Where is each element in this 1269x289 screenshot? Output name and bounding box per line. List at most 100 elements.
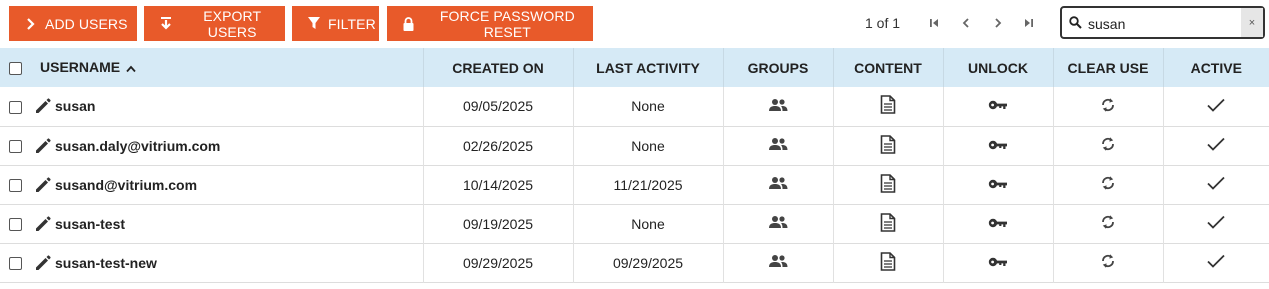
last-activity-cell: 09/29/2025 (573, 243, 724, 282)
row-select-cell (0, 243, 30, 282)
add-users-label: ADD USERS (45, 15, 128, 32)
checkmark-icon[interactable] (1206, 214, 1226, 230)
created-on-cell: 09/29/2025 (423, 243, 574, 282)
column-active: ACTIVE (1190, 59, 1242, 76)
column-last-activity[interactable]: LAST ACTIVITY (573, 48, 724, 87)
refresh-icon[interactable] (1100, 96, 1116, 114)
active-cell (1163, 243, 1269, 282)
unlock-cell (943, 87, 1054, 126)
column-unlock: UNLOCK (943, 48, 1054, 87)
select-all-checkbox[interactable] (8, 62, 22, 76)
row-checkbox[interactable] (8, 140, 22, 154)
column-created-on[interactable]: CREATED ON (423, 48, 574, 87)
edit-pencil-icon[interactable] (33, 253, 53, 273)
groups-icon[interactable] (768, 176, 788, 190)
row-select-cell (0, 204, 30, 243)
column-username[interactable]: USERNAME (30, 48, 424, 87)
key-icon[interactable] (988, 217, 1008, 229)
first-page-icon[interactable] (924, 13, 944, 33)
created-on-cell: 09/05/2025 (423, 87, 574, 126)
document-icon[interactable] (880, 134, 896, 154)
row-checkbox[interactable] (8, 179, 22, 193)
table-row: susan-test-new 09/29/2025 09/29/2025 (0, 243, 1269, 282)
edit-pencil-icon[interactable] (33, 136, 53, 156)
edit-pencil-icon[interactable] (33, 214, 53, 234)
groups-cell (723, 165, 834, 204)
content-cell (833, 243, 944, 282)
next-page-icon[interactable] (988, 13, 1008, 33)
document-icon[interactable] (880, 173, 896, 193)
select-all-cell (0, 48, 30, 87)
clear-search-button[interactable]: × (1241, 8, 1263, 37)
search-icon (1069, 16, 1082, 34)
column-groups: GROUPS (723, 48, 834, 87)
row-checkbox[interactable] (8, 218, 22, 232)
table-row: susan.daly@vitrium.com 02/26/2025 None (0, 126, 1269, 165)
filter-button[interactable]: FILTER (292, 6, 379, 41)
edit-pencil-icon[interactable] (33, 175, 53, 195)
previous-page-icon[interactable] (956, 13, 976, 33)
checkmark-icon[interactable] (1206, 136, 1226, 152)
download-icon (158, 16, 173, 32)
column-clear-use: CLEAR USE (1053, 48, 1164, 87)
created-on-cell: 10/14/2025 (423, 165, 574, 204)
row-select-cell (0, 87, 30, 126)
username-cell: susan-test (30, 204, 424, 243)
checkmark-icon[interactable] (1206, 97, 1226, 113)
document-icon[interactable] (880, 212, 896, 232)
refresh-icon[interactable] (1100, 135, 1116, 153)
active-cell (1163, 87, 1269, 126)
row-checkbox[interactable] (8, 257, 22, 271)
groups-cell (723, 243, 834, 282)
username-text: susan-test (55, 215, 126, 232)
add-users-button[interactable]: ADD USERS (9, 6, 137, 41)
groups-icon[interactable] (768, 137, 788, 151)
username-text: susan (55, 98, 96, 115)
key-icon[interactable] (988, 139, 1008, 151)
groups-cell (723, 126, 834, 165)
refresh-icon[interactable] (1100, 174, 1116, 192)
chevron-right-icon (23, 16, 39, 32)
content-cell (833, 126, 944, 165)
groups-icon[interactable] (768, 254, 788, 268)
key-icon[interactable] (988, 178, 1008, 190)
username-text: susan.daly@vitrium.com (55, 137, 221, 154)
table-row: susan-test 09/19/2025 None (0, 204, 1269, 243)
clear-use-cell (1053, 87, 1164, 126)
created-on-cell: 02/26/2025 (423, 126, 574, 165)
checkmark-icon[interactable] (1206, 175, 1226, 191)
content-cell (833, 165, 944, 204)
clear-use-cell (1053, 165, 1164, 204)
key-icon[interactable] (988, 99, 1008, 111)
document-icon[interactable] (880, 95, 896, 115)
key-icon[interactable] (988, 256, 1008, 268)
unlock-cell (943, 243, 1054, 282)
search-input[interactable] (1088, 15, 1238, 33)
groups-icon[interactable] (768, 98, 788, 112)
table-row: susand@vitrium.com 10/14/2025 11/21/2025 (0, 165, 1269, 204)
document-icon[interactable] (880, 251, 896, 271)
unlock-cell (943, 204, 1054, 243)
row-checkbox[interactable] (8, 101, 22, 115)
filter-label: FILTER (328, 15, 376, 32)
last-page-icon[interactable] (1019, 13, 1039, 33)
content-cell (833, 87, 944, 126)
refresh-icon[interactable] (1100, 252, 1116, 270)
active-cell (1163, 204, 1269, 243)
refresh-icon[interactable] (1100, 213, 1116, 231)
checkmark-icon[interactable] (1206, 253, 1226, 269)
last-activity-cell: None (573, 87, 724, 126)
edit-pencil-icon[interactable] (33, 96, 53, 116)
last-activity-cell: None (573, 126, 724, 165)
export-users-button[interactable]: EXPORT USERS (144, 6, 285, 41)
last-activity-cell: None (573, 204, 724, 243)
active-cell (1163, 126, 1269, 165)
content-cell (833, 204, 944, 243)
unlock-cell (943, 126, 1054, 165)
force-password-reset-label: FORCE PASSWORD RESET (439, 7, 575, 40)
force-password-reset-button[interactable]: FORCE PASSWORD RESET (387, 6, 593, 41)
column-username-label: USERNAME (40, 58, 121, 75)
row-select-cell (0, 126, 30, 165)
groups-icon[interactable] (768, 215, 788, 229)
username-cell: susand@vitrium.com (30, 165, 424, 204)
